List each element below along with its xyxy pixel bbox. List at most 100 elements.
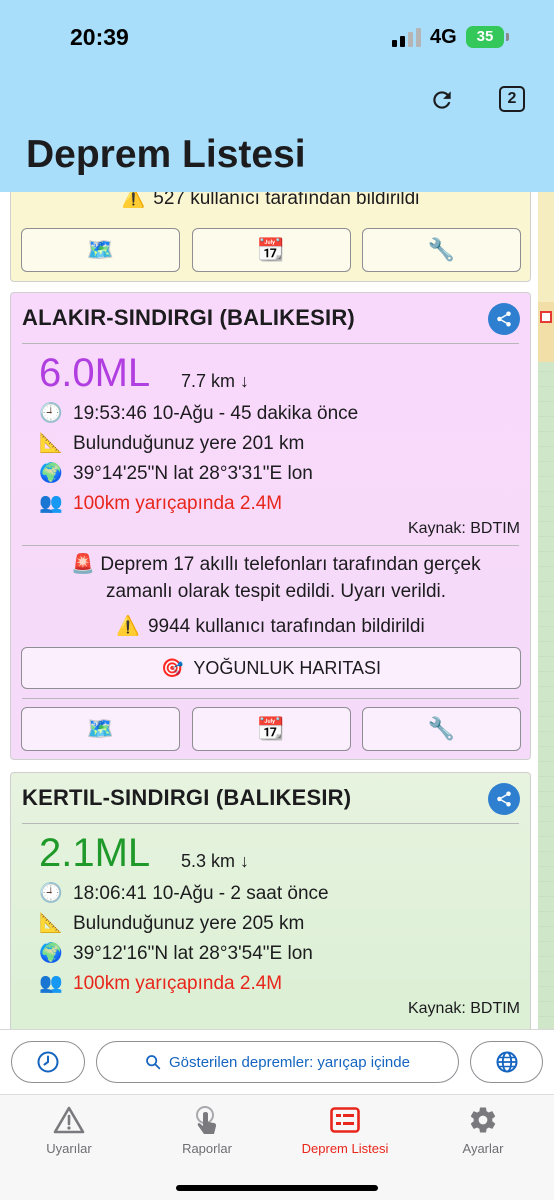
tools-button[interactable]: 🔧 <box>362 228 521 272</box>
list-icon <box>330 1107 360 1133</box>
quake-location: KERTIL-SINDIRGI (BALIKESIR) <box>22 785 352 810</box>
coords-row: 🌍 39°14'25"N lat 28°3'31"E lon <box>39 461 313 485</box>
app-header: 20:39 4G 35 2 Deprem Listesi <box>0 0 554 192</box>
strip-position-marker <box>540 311 552 323</box>
globe-icon: 🌍 <box>39 463 63 484</box>
refresh-button[interactable] <box>426 84 458 116</box>
reports-text: 527 kullanıcı tarafından bildirildi <box>153 192 420 209</box>
filter-text: Gösterilen depremler: yarıçap içinde <box>169 1053 410 1071</box>
share-button[interactable] <box>488 783 520 815</box>
map-icon: 🗺️ <box>86 716 115 741</box>
distance-row: 📐 Bulunduğunuz yere 205 km <box>39 911 304 935</box>
earthquake-list[interactable]: ⚠️ 527 kullanıcı tarafından bildirildi 🗺️… <box>0 192 538 1029</box>
warning-icon <box>53 1106 85 1134</box>
share-button[interactable] <box>488 303 520 335</box>
card-action-row: 🗺️ 📆 🔧 <box>21 707 521 751</box>
population-text: 100km yarıçapında 2.4M <box>73 973 283 994</box>
network-label: 4G <box>430 26 457 48</box>
people-icon: 👥 <box>39 973 63 994</box>
intensity-map-button[interactable]: 🎯 YOĞUNLUK HARITASI <box>21 647 521 689</box>
wrench-icon: 🔧 <box>427 237 456 262</box>
coords-row: 🌍 39°12'16"N lat 28°3'54"E lon <box>39 941 313 965</box>
calendar-button[interactable]: 📆 <box>191 228 351 272</box>
map-button[interactable]: 🗺️ <box>21 707 180 751</box>
divider <box>22 343 519 344</box>
nav-item-raporlar[interactable]: Raporlar <box>138 1103 276 1156</box>
time-row: 🕘 19:53:46 10-Ağu - 45 dakika önce <box>39 401 358 425</box>
ruler-icon: 📐 <box>39 433 63 454</box>
warning-icon: ⚠️ <box>116 616 140 637</box>
alert-text: Deprem 17 akıllı telefonları tarafından … <box>100 554 481 602</box>
divider <box>22 545 519 546</box>
radius-filter-button[interactable]: Gösterilen depremler: yarıçap içinde <box>96 1041 459 1083</box>
population-row: 👥 100km yarıçapında 2.4M <box>39 971 282 995</box>
calendar-button[interactable]: 📆 <box>191 707 351 751</box>
warning-icon: ⚠️ <box>121 192 146 209</box>
region-button[interactable] <box>470 1041 543 1083</box>
coords-text: 39°12'16"N lat 28°3'54"E lon <box>73 943 313 964</box>
nav-label: Ayarlar <box>462 1141 504 1156</box>
earthquake-card[interactable]: KERTIL-SINDIRGI (BALIKESIR) 2.1ML 5.3 km… <box>10 772 531 1029</box>
share-icon <box>497 791 511 807</box>
clock-icon <box>37 1051 59 1073</box>
distance-row: 📐 Bulunduğunuz yere 201 km <box>39 431 304 455</box>
distance-text: Bulunduğunuz yere 205 km <box>73 913 305 934</box>
globe-icon: 🌍 <box>39 943 63 964</box>
people-icon: 👥 <box>39 493 63 514</box>
quake-location: ALAKIR-SINDIRGI (BALIKESIR) <box>22 305 355 330</box>
alert-message: 🚨 Deprem 17 akıllı telefonları tarafında… <box>41 551 511 605</box>
wrench-icon: 🔧 <box>427 716 456 741</box>
tools-button[interactable]: 🔧 <box>362 707 521 751</box>
ruler-icon: 📐 <box>39 913 63 934</box>
card-action-row: 🗺️ 📆 🔧 <box>21 228 521 272</box>
nav-item-deprem-listesi[interactable]: Deprem Listesi <box>276 1103 414 1156</box>
divider <box>22 698 519 699</box>
reports-line: ⚠️ 9944 kullanıcı tarafından bildirildi <box>11 614 530 638</box>
population-text: 100km yarıçapında 2.4M <box>73 493 283 514</box>
status-time: 20:39 <box>70 24 129 50</box>
source-label: Kaynak: BDTIM <box>407 1000 520 1017</box>
reports-text: 9944 kullanıcı tarafından bildirildi <box>147 616 425 637</box>
reports-line: ⚠️ 527 kullanıcı tarafından bildirildi <box>11 192 530 210</box>
refresh-icon <box>433 91 451 109</box>
earthquake-card[interactable]: ALAKIR-SINDIRGI (BALIKESIR) 6.0ML 7.7 km… <box>10 292 531 760</box>
clock-icon: 🕘 <box>39 403 63 424</box>
filter-bar: Gösterilen depremler: yarıçap içinde <box>0 1029 554 1094</box>
time-row: 🕘 18:06:41 10-Ağu - 2 saat önce <box>39 881 329 905</box>
intensity-map-label: YOĞUNLUK HARITASI <box>193 657 382 678</box>
calendar-icon: 📆 <box>257 716 285 741</box>
nav-item-ayarlar[interactable]: Ayarlar <box>414 1103 552 1156</box>
depth: 5.3 km ↓ <box>181 851 250 871</box>
magnitude: 2.1ML <box>39 831 151 875</box>
source-label: Kaynak: BDTIM <box>407 520 520 537</box>
calendar-icon: 📆 <box>257 237 285 262</box>
time-text: 18:06:41 10-Ağu - 2 saat önce <box>73 883 329 904</box>
history-button[interactable] <box>11 1041 85 1083</box>
strip-segment <box>538 192 554 302</box>
tap-icon <box>196 1106 217 1134</box>
gear-icon <box>470 1107 496 1133</box>
clock-icon: 🕘 <box>39 883 63 904</box>
coords-text: 39°14'25"N lat 28°3'31"E lon <box>73 463 313 484</box>
search-icon <box>146 1055 161 1070</box>
divider <box>22 823 519 824</box>
magnitude: 6.0ML <box>39 351 151 395</box>
tabs-button[interactable]: 2 <box>499 86 525 112</box>
globe-icon <box>496 1051 517 1073</box>
nav-label: Deprem Listesi <box>301 1141 389 1156</box>
share-icon <box>497 311 511 327</box>
map-icon: 🗺️ <box>86 237 115 262</box>
signal-icon <box>392 28 421 47</box>
target-icon: 🎯 <box>160 657 184 678</box>
time-text: 19:53:46 10-Ağu - 45 dakika önce <box>73 403 359 424</box>
earthquake-card-previous[interactable]: ⚠️ 527 kullanıcı tarafından bildirildi 🗺️… <box>10 192 531 282</box>
home-indicator <box>176 1185 378 1191</box>
battery-icon: 35 <box>466 26 504 48</box>
distance-text: Bulunduğunuz yere 201 km <box>73 433 305 454</box>
nav-label: Uyarılar <box>46 1141 92 1156</box>
battery-tip <box>506 33 509 41</box>
page-title: Deprem Listesi <box>26 133 306 176</box>
nav-item-uyarilar[interactable]: Uyarılar <box>0 1103 138 1156</box>
siren-icon: 🚨 <box>71 554 96 575</box>
map-button[interactable]: 🗺️ <box>21 228 180 272</box>
